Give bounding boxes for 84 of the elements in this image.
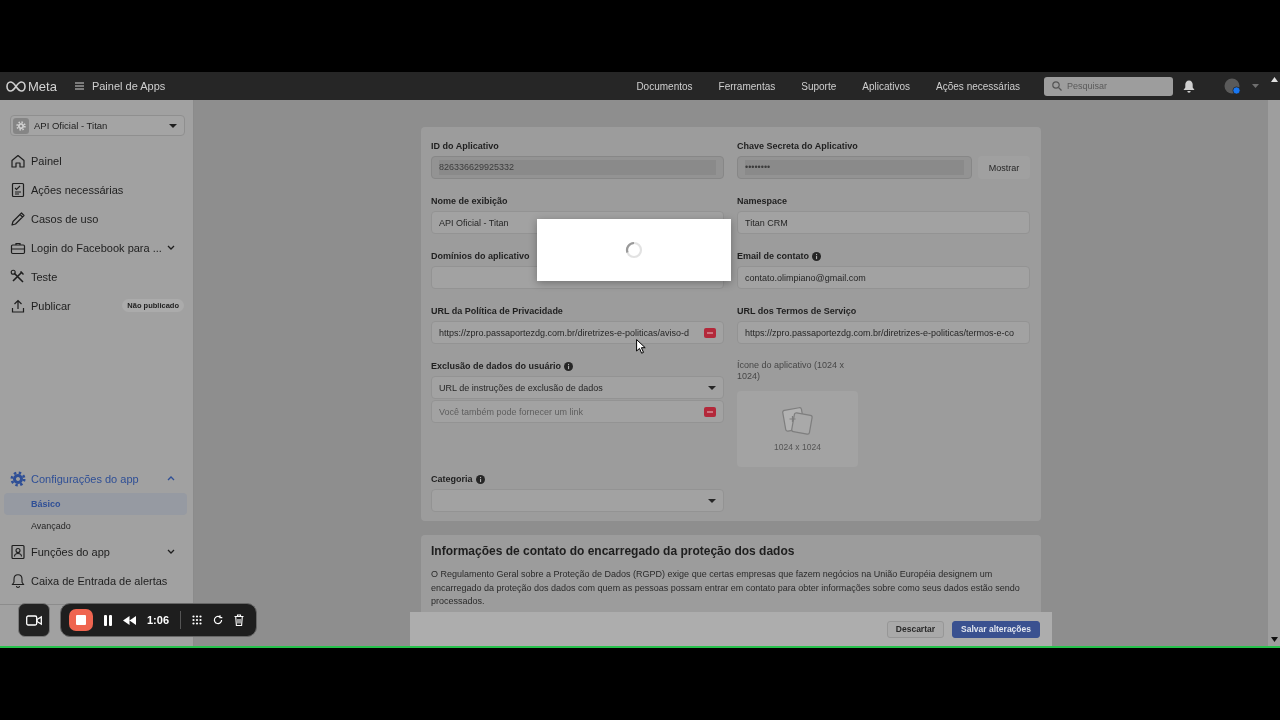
logo-text: Meta xyxy=(28,78,57,94)
pencil-icon xyxy=(10,210,26,227)
menu-icon[interactable] xyxy=(74,82,84,90)
field-value: contato.olimpiano@gmail.com xyxy=(745,272,867,283)
image-add-icon xyxy=(781,406,814,436)
field-label: Email de contato xyxy=(737,251,809,261)
sidebar-item[interactable]: Teste xyxy=(0,262,193,291)
sidebar-item[interactable]: Casos de uso xyxy=(0,204,193,233)
field-label: Exclusão de dados do usuário xyxy=(431,361,562,371)
section-description: O Regulamento Geral sobre a Proteção de Dados (RGPD) exige que certas empresas que fazem negócios na União Européia designem um encarregado da proteção dos dados com quem as pessoas possam entrar em contato para obter informações sobre como seus dados estão sendo processados. xyxy=(431,568,1021,608)
text-field[interactable]: https://zpro.passaportezdg.com.br/diretrizes-e-politicas/aviso-d xyxy=(431,321,724,344)
caret-down-icon xyxy=(708,385,716,390)
save-button[interactable]: Salvar alterações xyxy=(952,620,1040,638)
select-field[interactable]: URL de instruções de exclusão de dados xyxy=(431,376,724,399)
camera-button[interactable] xyxy=(18,603,50,637)
gear-icon xyxy=(10,470,26,487)
app-title: Painel de Apps xyxy=(91,80,166,92)
field-value: URL de instruções de exclusão de dados xyxy=(439,382,604,393)
sidebar-item[interactable]: Ações necessárias xyxy=(0,175,193,204)
trash-icon[interactable] xyxy=(234,614,245,626)
bell-icon[interactable] xyxy=(1183,79,1195,93)
pause-icon[interactable] xyxy=(104,614,112,626)
checklist-icon xyxy=(10,181,26,198)
sidebar-item[interactable]: Login do Facebook para ... xyxy=(0,233,193,262)
caret-down-icon[interactable] xyxy=(1252,84,1259,88)
upload-icon xyxy=(10,297,26,314)
scroll-up-icon[interactable] xyxy=(1270,77,1278,82)
field-label: Categoria xyxy=(431,474,473,484)
search-icon xyxy=(1052,81,1062,91)
field-value: •••••••• xyxy=(745,160,964,175)
select-field[interactable] xyxy=(431,489,724,512)
bell-icon xyxy=(10,572,26,589)
nav-link[interactable]: Ações necessárias xyxy=(936,80,1020,92)
text-field[interactable]: https://zpro.passaportezdg.com.br/diretrizes-e-politicas/termos-e-co xyxy=(737,321,1030,344)
caret-down-icon xyxy=(169,123,177,128)
field-label: Chave Secreta do Aplicativo xyxy=(737,141,858,151)
placeholder-text: Você também pode fornecer um link xyxy=(439,406,585,417)
id-card-icon xyxy=(10,543,26,560)
rewind-icon[interactable] xyxy=(123,615,136,625)
field-label: Namespace xyxy=(737,196,788,206)
section-title: Informações de contato do encarregado da proteção dos dados xyxy=(431,543,796,559)
chevron-down-icon[interactable] xyxy=(167,245,175,250)
sidebar-item[interactable]: Painel xyxy=(0,146,193,175)
sidebar-item[interactable]: Configurações do app xyxy=(0,464,193,493)
mouse-pointer-icon xyxy=(636,339,646,354)
field-value: 826336629925332 xyxy=(439,160,716,175)
field-label: URL dos Termos de Serviço xyxy=(737,306,857,316)
field-label: Ícone do aplicativo (1024 x 1024) xyxy=(737,360,846,382)
nav-link[interactable]: Aplicativos xyxy=(862,80,911,92)
nav-link[interactable]: Ferramentas xyxy=(718,80,776,92)
field-label: Nome de exibição xyxy=(431,196,508,206)
spinner-icon xyxy=(625,241,643,259)
sidebar-item[interactable]: Funções do app xyxy=(0,537,193,566)
chevron-down-icon[interactable] xyxy=(167,549,175,554)
grid-icon[interactable] xyxy=(192,615,203,625)
sidebar-item[interactable]: Caixa de Entrada de alertas xyxy=(0,566,193,595)
field-label: URL da Política de Privacidade xyxy=(431,306,563,316)
scrollbar[interactable] xyxy=(1268,72,1280,646)
scroll-down-icon[interactable] xyxy=(1270,637,1278,642)
recording-time: 1:06 xyxy=(147,614,170,626)
infinity-logo-icon xyxy=(6,80,26,92)
discard-button[interactable]: Descartar xyxy=(886,620,945,638)
field-value: API Oficial - Titan xyxy=(439,217,510,228)
field-value: Titan CRM xyxy=(745,217,789,228)
restart-icon[interactable] xyxy=(213,615,224,625)
upload-size-label: 1024 x 1024 xyxy=(774,442,821,452)
stop-icon[interactable] xyxy=(69,609,93,631)
nav-link[interactable]: Suporte xyxy=(801,80,837,92)
field-value: https://zpro.passaportezdg.com.br/diretrizes-e-politicas/termos-e-co xyxy=(745,327,1016,338)
chevron-up-icon[interactable] xyxy=(167,476,175,481)
field-label: ID do Aplicativo xyxy=(431,141,499,151)
tools-icon xyxy=(10,268,26,285)
app-selector[interactable]: API Oficial - Titan xyxy=(10,115,185,136)
text-field[interactable]: contato.olimpiano@gmail.com xyxy=(737,266,1030,289)
gear-icon xyxy=(13,117,29,134)
field-value: https://zpro.passaportezdg.com.br/diretrizes-e-politicas/aviso-d xyxy=(439,327,691,338)
field-label: Domínios do aplicativo xyxy=(431,251,530,261)
sidebar-subitem[interactable]: Avançado xyxy=(4,515,187,537)
avatar-icon[interactable] xyxy=(1224,77,1241,95)
camera-icon xyxy=(26,614,42,626)
nav-link[interactable]: Documentos xyxy=(636,80,693,92)
caret-down-icon xyxy=(708,498,716,503)
text-field[interactable]: Titan CRM xyxy=(737,211,1030,234)
home-icon xyxy=(10,152,26,169)
